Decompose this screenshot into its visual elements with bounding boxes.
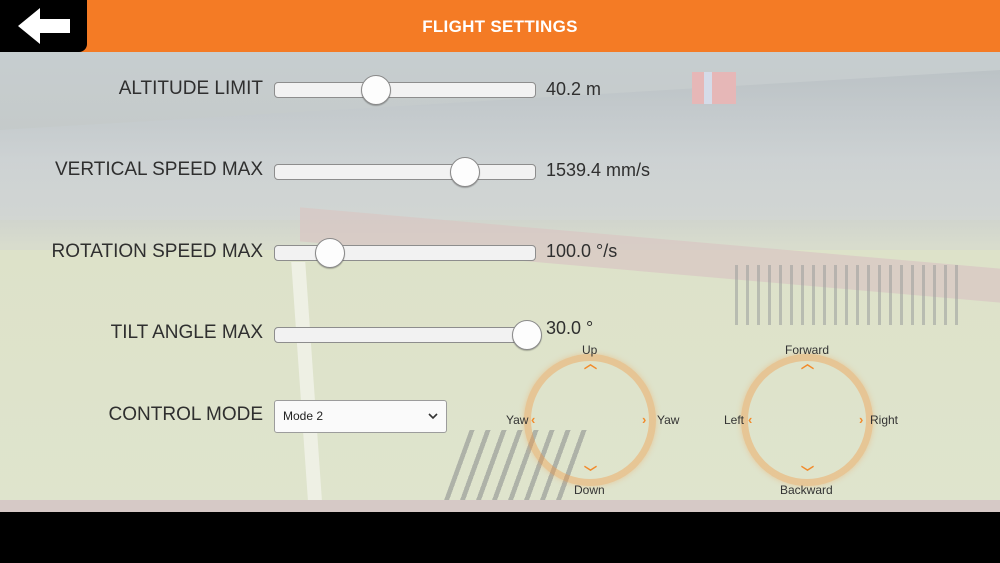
left-stick-left-label: Yaw <box>506 413 529 427</box>
left-stick-right-label: Yaw <box>657 413 680 427</box>
vertical-speed-max-slider[interactable] <box>274 157 536 187</box>
vertical-speed-max-label: VERTICAL SPEED MAX <box>54 159 263 180</box>
chevron-down-icon: ﹀ <box>584 465 598 480</box>
track-edge <box>0 500 1000 512</box>
right-stick-left-label: Left <box>724 413 745 427</box>
control-mode-select[interactable]: Mode 2 <box>274 400 447 433</box>
right-stick-up-label: Forward <box>785 343 830 357</box>
tilt-angle-max-label: TILT ANGLE MAX <box>110 322 263 343</box>
arrow-left-icon <box>18 8 70 44</box>
rotation-speed-max-label: ROTATION SPEED MAX <box>51 241 264 262</box>
rotation-speed-max-value: 100.0 °/s <box>546 241 618 261</box>
right-stick-right-label: Right <box>870 413 899 427</box>
rotation-speed-max-slider[interactable] <box>274 238 536 268</box>
altitude-limit-slider[interactable] <box>274 75 536 105</box>
left-stick-down-label: Down <box>574 483 605 497</box>
fence <box>735 265 965 325</box>
slider-thumb[interactable] <box>314 238 345 268</box>
altitude-limit-value: 40.2 m <box>546 79 602 99</box>
chevron-down-icon: ﹀ <box>801 465 815 480</box>
tilt-angle-max-value: 30.0 ° <box>546 318 594 338</box>
left-stick-up-label: Up <box>582 343 598 357</box>
control-mode-label: CONTROL MODE <box>108 404 263 425</box>
chevron-up-icon: ︿ <box>584 356 598 371</box>
flag <box>692 72 736 104</box>
altitude-limit-label: ALTITUDE LIMIT <box>118 78 263 99</box>
chevron-left-icon: ‹ <box>748 412 753 427</box>
chevron-down-icon <box>427 401 439 444</box>
slider-thumb[interactable] <box>449 157 480 187</box>
chevron-left-icon: ‹ <box>531 412 536 427</box>
chevron-right-icon: › <box>859 412 864 427</box>
chevron-right-icon: › <box>642 412 647 427</box>
vertical-speed-max-value: 1539.4 mm/s <box>546 160 651 180</box>
chevron-up-icon: ︿ <box>801 356 815 371</box>
tilt-angle-max-slider[interactable] <box>274 320 543 350</box>
slider-thumb[interactable] <box>512 320 543 350</box>
back-button[interactable] <box>0 0 87 52</box>
right-stick-down-label: Backward <box>780 483 833 497</box>
page-title: FLIGHT SETTINGS <box>422 17 578 36</box>
control-mode-value: Mode 2 <box>283 409 324 423</box>
